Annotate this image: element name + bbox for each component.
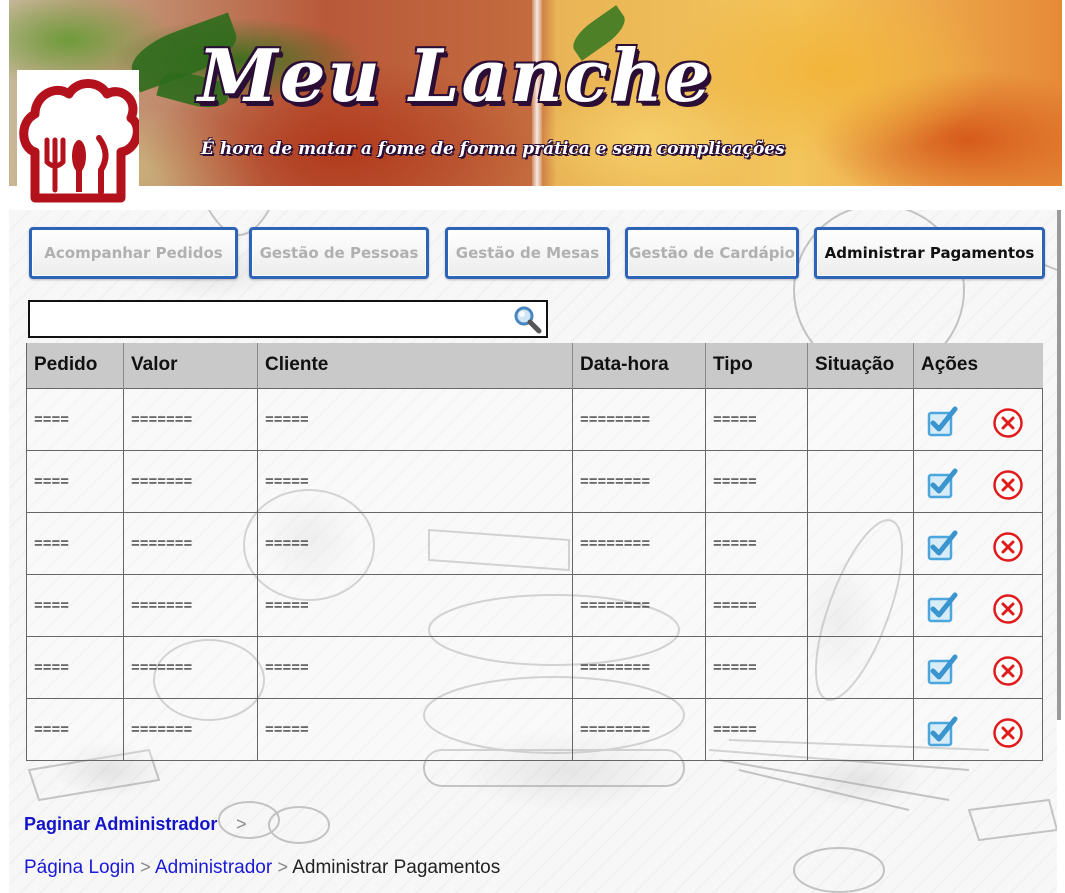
cell-situacao [807,635,914,699]
cell-data-hora: ======== [572,449,706,513]
nav-button-gestao-cardapio[interactable]: Gestão de Cardápio [625,227,799,279]
checkbox-confirm-icon[interactable] [926,715,958,747]
table-row[interactable]: ==== ======= ===== ======== ===== [26,449,1043,513]
table-row[interactable]: ==== ======= ===== ======== ===== [26,697,1043,761]
cell-pedido: ==== [26,697,124,761]
main-content: Acompanhar Pedidos Gestão de Pessoas Ges… [9,210,1057,893]
breadcrumb-separator: > [140,857,151,877]
column-header-tipo[interactable]: Tipo [705,343,808,388]
table-row[interactable]: ==== ======= ===== ======== ===== [26,511,1043,575]
breadcrumb-current: Administrar Pagamentos [292,857,501,878]
cell-situacao [807,573,914,637]
cell-tipo: ===== [705,573,808,637]
chef-hat-icon [19,79,139,203]
cell-data-hora: ======== [572,573,706,637]
cell-data-hora: ======== [572,697,706,761]
nav-button-gestao-pessoas[interactable]: Gestão de Pessoas [249,227,429,279]
column-header-data-hora[interactable]: Data-hora [572,343,706,388]
cancel-circle-icon[interactable] [992,655,1024,687]
breadcrumb-separator: > [236,814,247,834]
cell-cliente: ===== [257,635,573,699]
cancel-circle-icon[interactable] [992,407,1024,439]
cell-tipo: ===== [705,449,808,513]
breadcrumb-separator: > [277,857,288,877]
cell-cliente: ===== [257,511,573,575]
cell-acoes [913,635,1043,699]
cell-situacao [807,511,914,575]
cell-acoes [913,387,1043,451]
cancel-circle-icon[interactable] [992,717,1024,749]
cell-tipo: ===== [705,511,808,575]
column-header-pedido[interactable]: Pedido [26,343,124,388]
checkbox-confirm-icon[interactable] [926,591,958,623]
breadcrumb-login-link[interactable]: Página Login [24,857,135,878]
cell-tipo: ===== [705,387,808,451]
cell-cliente: ===== [257,449,573,513]
cancel-circle-icon[interactable] [992,469,1024,501]
checkbox-confirm-icon[interactable] [926,529,958,561]
checkbox-confirm-icon[interactable] [926,653,958,685]
column-header-situacao[interactable]: Situação [807,343,914,388]
site-title: Meu Lanche [198,33,713,118]
cell-valor: ======= [123,511,258,575]
nav-button-administrar-pagamentos[interactable]: Administrar Pagamentos [814,227,1045,279]
column-header-cliente[interactable]: Cliente [257,343,573,388]
column-header-valor[interactable]: Valor [123,343,258,388]
cell-acoes [913,511,1043,575]
cell-cliente: ===== [257,387,573,451]
cancel-circle-icon[interactable] [992,593,1024,625]
cell-data-hora: ======== [572,387,706,451]
chef-hat-logo[interactable] [17,70,139,204]
cell-pedido: ==== [26,511,124,575]
cell-situacao [807,697,914,761]
cancel-circle-icon[interactable] [992,531,1024,563]
nav-button-gestao-mesas[interactable]: Gestão de Mesas [445,227,610,279]
search-box [28,300,548,338]
cell-pedido: ==== [26,387,124,451]
cell-tipo: ===== [705,697,808,761]
checkbox-confirm-icon[interactable] [926,467,958,499]
cell-data-hora: ======== [572,511,706,575]
cell-valor: ======= [123,635,258,699]
cell-data-hora: ======== [572,635,706,699]
cell-pedido: ==== [26,635,124,699]
table-row[interactable]: ==== ======= ===== ======== ===== [26,635,1043,699]
site-subtitle: É hora de matar a fome de forma prática … [201,139,785,159]
cell-acoes [913,449,1043,513]
magnifier-icon[interactable] [512,304,542,334]
cell-valor: ======= [123,387,258,451]
cell-acoes [913,697,1043,761]
scrollbar[interactable] [1057,210,1061,720]
cell-pedido: ==== [26,449,124,513]
column-header-acoes: Ações [913,343,1043,388]
nav-button-acompanhar-pedidos[interactable]: Acompanhar Pedidos [29,227,238,279]
search-input[interactable] [30,302,500,336]
cell-valor: ======= [123,697,258,761]
table-row[interactable]: ==== ======= ===== ======== ===== [26,573,1043,637]
breadcrumb: Página Login > Administrador > Administr… [24,857,500,879]
paginar-administrador-link[interactable]: Paginar Administrador [24,814,217,835]
breadcrumb-admin-link[interactable]: Administrador [155,857,272,878]
cell-acoes [913,573,1043,637]
checkbox-confirm-icon[interactable] [926,405,958,437]
table-row[interactable]: ==== ======= ===== ======== ===== [26,387,1043,451]
cell-cliente: ===== [257,697,573,761]
cell-situacao [807,449,914,513]
cell-tipo: ===== [705,635,808,699]
orders-table: Pedido Valor Cliente Data-hora Tipo Situ… [26,343,1043,761]
table-header-row: Pedido Valor Cliente Data-hora Tipo Situ… [26,343,1043,388]
cell-valor: ======= [123,573,258,637]
cell-valor: ======= [123,449,258,513]
table-body: ==== ======= ===== ======== ===== ==== =======… [26,387,1043,761]
cell-pedido: ==== [26,573,124,637]
cell-cliente: ===== [257,573,573,637]
cell-situacao [807,387,914,451]
